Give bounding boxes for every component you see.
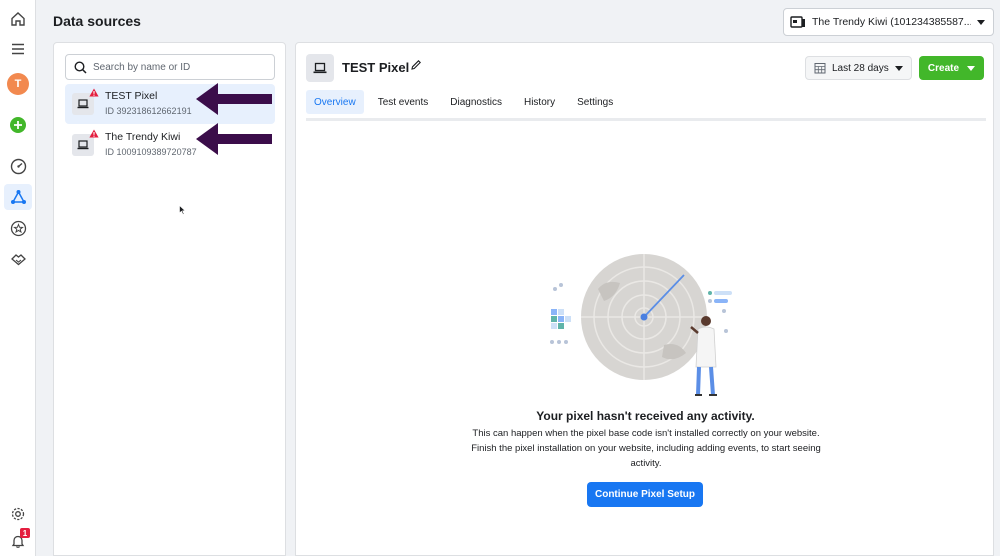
data-sources-icon[interactable] <box>4 184 32 210</box>
date-range-label: Last 28 days <box>832 62 889 74</box>
search-icon <box>74 60 87 74</box>
business-icon <box>790 16 805 28</box>
add-icon[interactable] <box>4 112 32 138</box>
continue-pixel-setup-button[interactable]: Continue Pixel Setup <box>587 482 703 507</box>
pixel-title: TEST Pixel <box>342 60 410 75</box>
tab-settings[interactable]: Settings <box>569 90 621 114</box>
tab-test-events[interactable]: Test events <box>370 90 437 114</box>
data-source-name: TEST Pixel <box>105 90 158 102</box>
partners-icon[interactable] <box>4 246 32 272</box>
page-title: Data sources <box>53 13 141 29</box>
account-name: The Trendy Kiwi (101234385587... <box>812 16 971 28</box>
empty-state-description: This can happen when the pixel base code… <box>471 428 821 469</box>
tab-bar: Overview Test events Diagnostics History… <box>306 90 627 114</box>
notification-badge: 1 <box>20 528 30 538</box>
search-box[interactable] <box>65 54 275 80</box>
empty-state-title: Your pixel hasn't received any activity. <box>536 409 755 423</box>
star-icon[interactable] <box>4 215 32 241</box>
mouse-cursor-icon <box>179 205 186 215</box>
radar-illustration <box>550 254 732 396</box>
data-sources-list-panel: TEST Pixel ID 392318612662191 The Trendy… <box>53 42 286 556</box>
pixel-detail-panel: TEST Pixel Last 28 days Create Overview … <box>295 42 994 556</box>
create-button-label: Create <box>927 62 960 74</box>
create-button[interactable]: Create <box>919 56 984 80</box>
notifications-button[interactable]: 1 <box>4 528 32 554</box>
chevron-down-icon <box>967 65 976 71</box>
search-input[interactable] <box>93 61 263 73</box>
date-range-button[interactable]: Last 28 days <box>805 56 912 80</box>
annotation-arrow-icon <box>196 83 272 115</box>
account-selector[interactable]: The Trendy Kiwi (101234385587... <box>783 8 994 36</box>
tab-history[interactable]: History <box>516 90 563 114</box>
data-source-id: ID 392318612662191 <box>105 106 192 116</box>
calendar-icon <box>814 63 826 74</box>
account-avatar[interactable]: T <box>4 71 32 97</box>
left-rail: T 1 <box>0 0 36 556</box>
data-source-name: The Trendy Kiwi <box>105 131 181 143</box>
settings-icon[interactable] <box>4 501 32 527</box>
annotation-arrow-icon <box>196 123 272 155</box>
chevron-down-icon <box>977 19 985 25</box>
home-icon[interactable] <box>4 6 32 32</box>
warning-icon <box>89 129 99 138</box>
data-source-id: ID 1009109389720787 <box>105 147 197 157</box>
tab-divider <box>306 118 986 121</box>
dashboard-icon[interactable] <box>4 153 32 179</box>
tab-overview[interactable]: Overview <box>306 90 364 114</box>
tab-diagnostics[interactable]: Diagnostics <box>442 90 510 114</box>
warning-icon <box>89 88 99 97</box>
chevron-down-icon <box>895 65 903 71</box>
computer-icon <box>306 54 334 82</box>
menu-icon[interactable] <box>4 36 32 62</box>
edit-icon[interactable] <box>410 59 422 71</box>
